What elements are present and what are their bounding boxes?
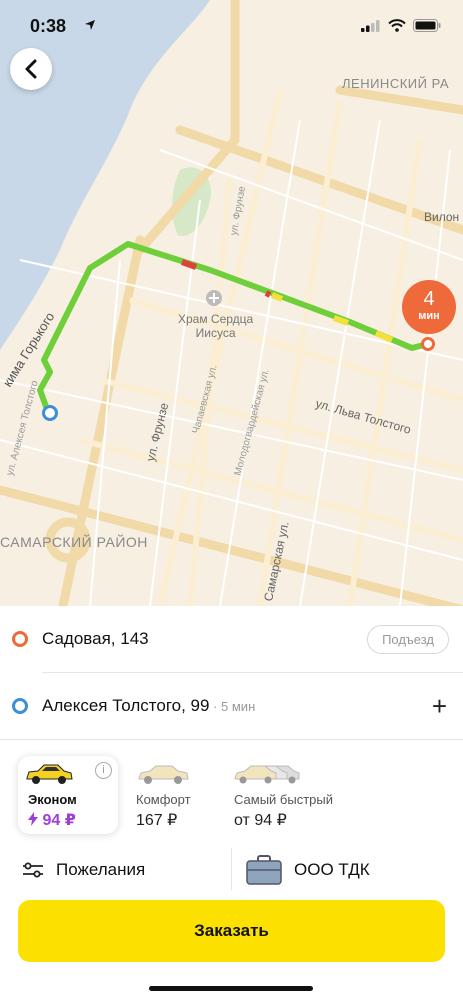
eta-badge: 4 мин xyxy=(402,280,456,334)
entrance-button[interactable]: Подъезд xyxy=(367,624,449,654)
street-label-vilon: Вилон xyxy=(424,210,460,224)
eta-number: 4 xyxy=(423,288,435,310)
location-arrow-icon xyxy=(85,20,95,30)
home-indicator xyxy=(149,986,313,991)
chevron-left-icon xyxy=(25,59,37,79)
origin-row[interactable]: Садовая, 143 Подъезд xyxy=(0,606,463,672)
destination-marker xyxy=(42,405,58,421)
cellular-signal-icon xyxy=(361,19,380,32)
sliders-icon xyxy=(23,862,43,878)
destination-eta: · 5 мин xyxy=(209,699,256,714)
car-comfort-icon xyxy=(138,765,189,784)
tariff-price-value: 94 ₽ xyxy=(42,812,76,829)
payment-label: ООО ТДК xyxy=(294,860,370,879)
map-view[interactable]: ЛЕНИНСКИЙ РА САМАРСКИЙ РАЙОН Храм Сердца… xyxy=(0,0,463,606)
tariff-fastest[interactable]: Самый быстрый от 94 ₽ xyxy=(234,756,354,834)
wishes-button[interactable]: Пожелания xyxy=(22,842,145,898)
lightning-icon xyxy=(28,812,38,826)
tariff-economy[interactable]: i Эконом 94 ₽ xyxy=(18,756,118,834)
status-time: 0:38 xyxy=(30,16,67,36)
tariff-selector: i Эконом 94 ₽ Комфорт 167 ₽ Самый быстры… xyxy=(0,750,463,840)
district-label-samara: САМАРСКИЙ РАЙОН xyxy=(0,534,148,550)
poi-label: Храм Сердца Иисуса xyxy=(178,312,254,340)
destination-dot-icon xyxy=(12,698,28,714)
payment-button[interactable]: ООО ТДК xyxy=(246,842,370,898)
tariff-name: Эконом xyxy=(28,792,77,807)
tariff-price: 94 ₽ xyxy=(28,810,76,830)
order-options: Пожелания ООО ТДК xyxy=(0,842,463,898)
district-label-lenin: ЛЕНИНСКИЙ РА xyxy=(342,76,450,91)
order-button[interactable]: Заказать xyxy=(18,900,445,962)
destination-address: Алексея Толстого, 99 · 5 мин xyxy=(42,696,255,716)
tariff-comfort[interactable]: Комфорт 167 ₽ xyxy=(134,756,224,834)
wifi-icon xyxy=(388,19,406,32)
tariff-name: Самый быстрый xyxy=(234,792,333,807)
origin-marker xyxy=(421,337,435,351)
tariff-info-icon[interactable]: i xyxy=(95,762,112,779)
eta-unit: мин xyxy=(418,310,440,322)
status-bar: 0:38 xyxy=(0,0,463,50)
destination-row[interactable]: Алексея Толстого, 99 · 5 мин + xyxy=(0,673,463,739)
destination-address-text: Алексея Толстого, 99 xyxy=(42,696,210,715)
divider xyxy=(0,739,463,740)
back-button[interactable] xyxy=(10,48,52,90)
battery-icon xyxy=(413,19,441,32)
add-stop-button[interactable]: + xyxy=(432,691,447,722)
wishes-label: Пожелания xyxy=(56,860,146,879)
divider xyxy=(231,848,232,890)
tariff-name: Комфорт xyxy=(136,792,191,807)
briefcase-icon xyxy=(246,855,282,885)
origin-dot-icon xyxy=(12,631,28,647)
tariff-price: от 94 ₽ xyxy=(234,812,287,829)
order-panel: Садовая, 143 Подъезд Алексея Толстого, 9… xyxy=(0,606,463,1000)
tariff-price: 167 ₽ xyxy=(136,812,178,829)
cars-group-icon xyxy=(234,765,300,784)
car-yellow-icon xyxy=(26,764,73,784)
origin-address: Садовая, 143 xyxy=(42,629,149,648)
